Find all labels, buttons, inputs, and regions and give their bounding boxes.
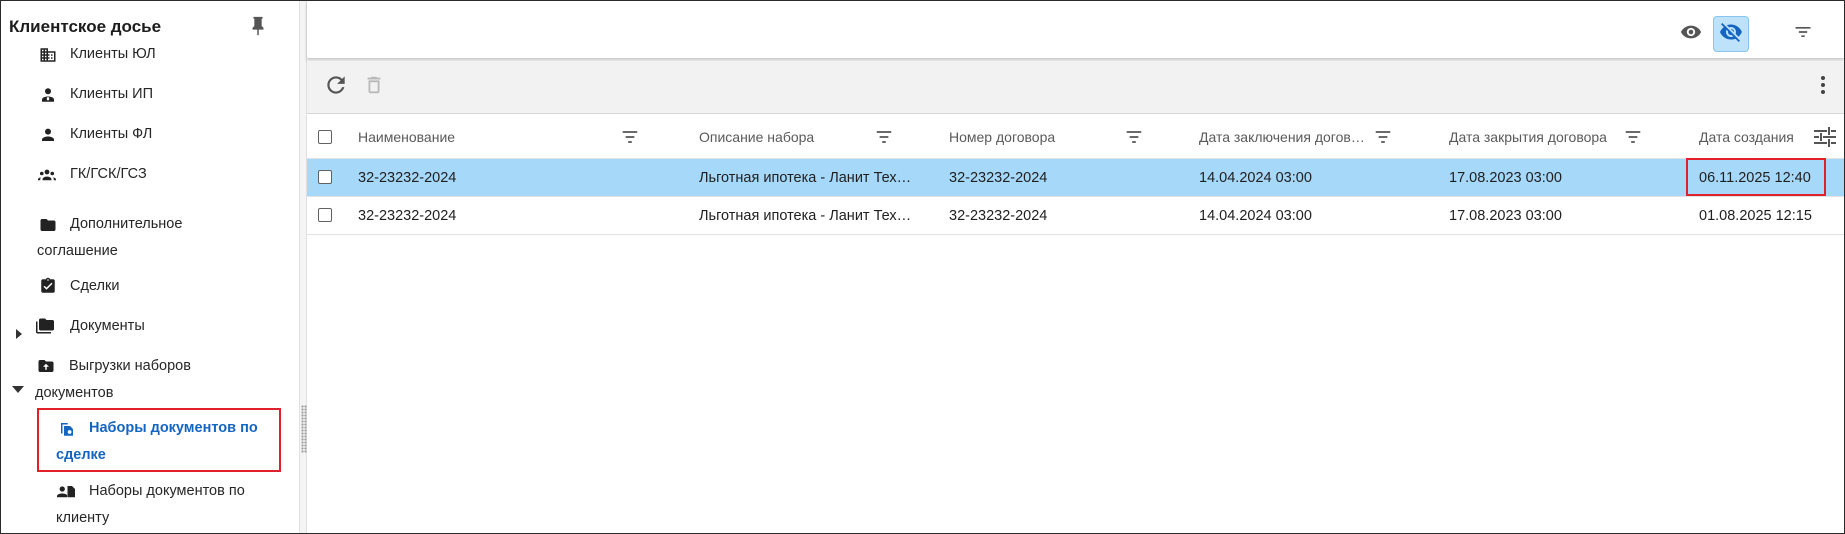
folders-icon xyxy=(35,317,54,335)
sidebar: Клиентское досье Клиенты ЮЛ Клиенты ИП К… xyxy=(1,1,298,533)
table-row[interactable]: 32-23232-2024 Льготная ипотека - Ланит Т… xyxy=(307,159,1844,197)
filter-icon[interactable] xyxy=(1125,129,1143,145)
sidebar-item-additional-agreement[interactable]: Дополнительное соглашение xyxy=(1,211,298,265)
folder-upload-icon xyxy=(37,357,55,375)
clipboard-check-icon xyxy=(39,277,57,295)
sidebar-item-label: ГК/ГСК/ГСЗ xyxy=(70,166,147,182)
refresh-icon xyxy=(323,72,349,103)
hide-toggle-button[interactable] xyxy=(1713,16,1749,52)
sidebar-item-label: Клиенты ИП xyxy=(70,86,154,102)
person-icon xyxy=(39,126,57,144)
more-vert-icon xyxy=(1820,75,1826,100)
cell-name: 32-23232-2024 xyxy=(358,208,457,224)
chevron-right-icon[interactable] xyxy=(14,322,24,339)
table-row[interactable]: 32-23232-2024 Льготная ипотека - Ланит Т… xyxy=(307,197,1844,235)
cell-close-date: 17.08.2023 03:00 xyxy=(1449,208,1562,224)
cell-close-date: 17.08.2023 03:00 xyxy=(1449,170,1562,186)
sidebar-item-label-line1: Выгрузки наборов xyxy=(69,358,191,374)
sidebar-item-deal-document-sets[interactable]: Наборы документов по сделке xyxy=(1,415,298,469)
folder-icon xyxy=(39,216,57,234)
show-button[interactable] xyxy=(1673,16,1709,52)
column-settings-icon[interactable] xyxy=(1813,126,1837,148)
sidebar-item-label: Сделки xyxy=(70,278,120,294)
filter-button[interactable] xyxy=(1785,16,1821,52)
sidebar-item-label-line2: клиенту xyxy=(56,510,110,526)
sidebar-item-label-line1: Наборы документов по xyxy=(89,420,258,436)
sidebar-splitter[interactable] xyxy=(299,1,307,533)
cell-contract-number: 32-23232-2024 xyxy=(949,170,1048,186)
cell-description: Льготная ипотека - Ланит Тех… xyxy=(699,208,912,224)
sidebar-item-deals[interactable]: Сделки xyxy=(1,273,298,300)
column-header-close-date[interactable]: Дата закрытия договора xyxy=(1449,115,1607,159)
chevron-down-icon[interactable] xyxy=(12,377,24,393)
pin-icon[interactable] xyxy=(247,14,269,38)
file-copy-icon xyxy=(58,420,76,438)
top-bar xyxy=(307,1,1844,59)
person-badge-icon xyxy=(39,86,57,104)
sidebar-item-documents[interactable]: Документы xyxy=(1,313,298,340)
eye-off-icon xyxy=(1719,20,1743,49)
filter-icon[interactable] xyxy=(875,129,893,145)
delete-button[interactable] xyxy=(359,72,389,102)
cell-contract-number: 32-23232-2024 xyxy=(949,208,1048,224)
table-toolbar xyxy=(307,61,1844,114)
filter-icon xyxy=(1792,22,1814,47)
filter-icon[interactable] xyxy=(1624,129,1642,145)
more-options-button[interactable] xyxy=(1808,72,1838,102)
column-header-description[interactable]: Описание набора xyxy=(699,115,814,159)
sidebar-item-label-line1: Дополнительное xyxy=(70,216,183,232)
sidebar-title: Клиентское досье xyxy=(9,17,162,36)
building-icon xyxy=(39,46,57,64)
sidebar-item-label: Клиенты ФЛ xyxy=(70,126,153,142)
main-panel: Наименование Описание набора Номер догов… xyxy=(307,1,1844,533)
table-header: Наименование Описание набора Номер догов… xyxy=(307,115,1844,159)
filter-icon[interactable] xyxy=(1374,129,1392,145)
select-all-checkbox[interactable] xyxy=(318,130,332,144)
created-date-highlight xyxy=(1686,158,1826,196)
cell-description: Льготная ипотека - Ланит Тех… xyxy=(699,170,912,186)
filter-icon[interactable] xyxy=(621,129,639,145)
sidebar-item-label-line1: Наборы документов по xyxy=(89,483,245,499)
sidebar-item-clients-ip[interactable]: Клиенты ИП xyxy=(1,81,298,108)
column-header-contract-date[interactable]: Дата заключения догов… xyxy=(1199,115,1365,159)
row-checkbox[interactable] xyxy=(318,208,332,222)
sidebar-item-label-line2: соглашение xyxy=(37,243,118,259)
cell-name: 32-23232-2024 xyxy=(358,170,457,186)
sidebar-item-clients-fl[interactable]: Клиенты ФЛ xyxy=(1,121,298,148)
sidebar-item-label: Документы xyxy=(70,318,145,334)
cell-contract-date: 14.04.2024 03:00 xyxy=(1199,170,1312,186)
sidebar-item-label-line2: документов xyxy=(35,385,114,401)
column-header-contract-number[interactable]: Номер договора xyxy=(949,115,1055,159)
group-icon xyxy=(37,166,56,184)
sidebar-item-label-line2: сделке xyxy=(56,447,106,463)
row-checkbox[interactable] xyxy=(318,170,332,184)
eye-icon xyxy=(1680,21,1702,48)
cell-contract-date: 14.04.2024 03:00 xyxy=(1199,208,1312,224)
sidebar-item-groups[interactable]: ГК/ГСК/ГСЗ xyxy=(1,161,298,188)
column-header-created-date[interactable]: Дата создания xyxy=(1699,115,1794,159)
sidebar-item-document-exports[interactable]: Выгрузки наборов документов xyxy=(1,353,298,407)
refresh-button[interactable] xyxy=(321,72,351,102)
sidebar-item-label: Клиенты ЮЛ xyxy=(70,46,156,62)
cell-created-date: 01.08.2025 12:15 xyxy=(1699,208,1812,224)
column-header-name[interactable]: Наименование xyxy=(358,115,455,159)
person-doc-icon xyxy=(56,483,75,501)
sidebar-item-client-document-sets[interactable]: Наборы документов по клиенту xyxy=(1,478,298,532)
trash-icon xyxy=(363,73,385,102)
sidebar-item-clients-ul[interactable]: Клиенты ЮЛ xyxy=(1,41,298,68)
